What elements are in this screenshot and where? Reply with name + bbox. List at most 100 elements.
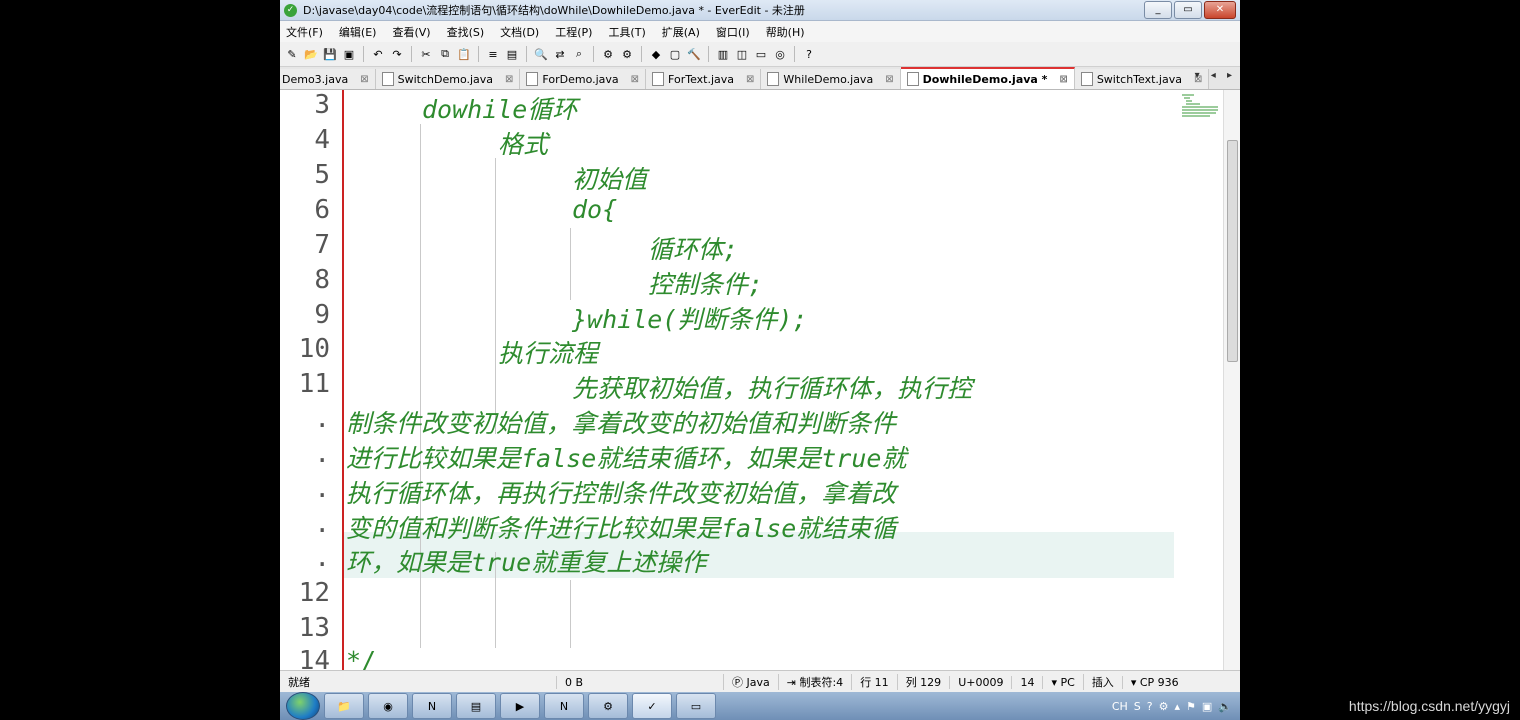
volume-icon[interactable]: 🔈 <box>1218 700 1232 713</box>
tab-demo3[interactable]: Demo3.java ⊠ <box>280 69 376 89</box>
find-icon[interactable]: 🔍 <box>533 46 549 62</box>
scrollbar-thumb[interactable] <box>1227 140 1238 362</box>
toolbar-separator <box>708 46 709 62</box>
line-number: 3 <box>314 90 330 120</box>
onenote-taskbar-button[interactable]: N <box>412 693 452 719</box>
tools-icon[interactable]: 🔨 <box>686 46 702 62</box>
toolbar-separator <box>363 46 364 62</box>
line-number: 4 <box>314 125 330 155</box>
menu-document[interactable]: 文档(D) <box>500 24 539 40</box>
tool-taskbar-button[interactable]: ⚙ <box>588 693 628 719</box>
new-file-icon[interactable]: ✎ <box>284 46 300 62</box>
menu-edit[interactable]: 编辑(E) <box>339 24 377 40</box>
start-button[interactable] <box>286 692 320 720</box>
status-insert-mode[interactable]: 插入 <box>1082 674 1122 690</box>
plugin-icon[interactable]: ◆ <box>648 46 664 62</box>
cut-icon[interactable]: ✂ <box>418 46 434 62</box>
flag-icon[interactable]: ⚑ <box>1186 700 1196 713</box>
indent-guide <box>570 580 571 648</box>
indent-guide <box>570 228 571 300</box>
tab-switchdemo[interactable]: SwitchDemo.java ⊠ <box>375 69 521 89</box>
open-file-icon[interactable]: 📂 <box>303 46 319 62</box>
line-number: 6 <box>314 195 330 225</box>
settings-icon[interactable]: ⚙ <box>619 46 635 62</box>
menu-window[interactable]: 窗口(I) <box>716 24 750 40</box>
status-ready: 就绪 <box>288 676 310 689</box>
line-number: 7 <box>314 230 330 260</box>
network-icon[interactable]: ▣ <box>1202 700 1212 713</box>
toolbar-separator <box>411 46 412 62</box>
menu-project[interactable]: 工程(P) <box>555 24 592 40</box>
menu-help[interactable]: 帮助(H) <box>766 24 805 40</box>
tab-fordemo[interactable]: ForDemo.java ⊠ <box>520 69 647 89</box>
tab-close-icon[interactable]: ⊠ <box>631 74 639 85</box>
tab-navigation[interactable]: ▾ ◂ ▸ <box>1195 70 1236 81</box>
status-unicode: U+0009 <box>949 675 1011 689</box>
line-number: 5 <box>314 160 330 190</box>
chevron-up-icon[interactable]: ▴ <box>1174 700 1180 713</box>
vertical-scrollbar[interactable] <box>1223 90 1240 670</box>
browser-icon[interactable]: ◎ <box>772 46 788 62</box>
close-button[interactable]: ✕ <box>1204 1 1236 19</box>
replace-icon[interactable]: ⇄ <box>552 46 568 62</box>
run-icon[interactable]: ⚙ <box>600 46 616 62</box>
status-column: 列 129 <box>896 674 950 690</box>
paste-icon[interactable]: 📋 <box>456 46 472 62</box>
menu-tools[interactable]: 工具(T) <box>608 24 645 40</box>
gear-tray-icon[interactable]: ⚙ <box>1159 700 1169 713</box>
menu-search[interactable]: 查找(S) <box>447 24 485 40</box>
code-line: 先获取初始值，执行循环体，执行控 <box>572 374 973 403</box>
word-wrap-icon[interactable]: ≡ <box>485 46 501 62</box>
status-tab-setting[interactable]: ⇥ 制表符:4 <box>777 674 851 690</box>
sogou-icon[interactable]: S <box>1134 700 1141 713</box>
redo-icon[interactable]: ↷ <box>389 46 405 62</box>
minimap[interactable] <box>1180 92 1222 122</box>
status-encoding[interactable]: ▾ CP 936 <box>1121 675 1187 689</box>
menu-view[interactable]: 查看(V) <box>392 24 430 40</box>
panel-icon[interactable]: ▥ <box>715 46 731 62</box>
undo-icon[interactable]: ↶ <box>370 46 386 62</box>
status-font-size[interactable]: 14 <box>1011 675 1042 689</box>
tab-label: SwitchText.java <box>1096 72 1182 86</box>
cmd-taskbar-button[interactable]: ▭ <box>676 693 716 719</box>
maximize-button[interactable]: ▭ <box>1174 1 1202 19</box>
tab-close-icon[interactable]: ⊠ <box>360 74 368 85</box>
status-eol[interactable]: ▾ PC <box>1042 675 1082 689</box>
save-all-icon[interactable]: ▣ <box>341 46 357 62</box>
menu-bar: 文件(F) 编辑(E) 查看(V) 查找(S) 文档(D) 工程(P) 工具(T… <box>280 21 1240 42</box>
help-tray-icon[interactable]: ? <box>1147 700 1153 713</box>
find-in-files-icon[interactable]: ⌕ <box>571 46 587 62</box>
media-taskbar-button[interactable]: ▶ <box>500 693 540 719</box>
tab-close-icon[interactable]: ⊠ <box>1059 74 1067 85</box>
everedit-taskbar-button[interactable]: ✓ <box>632 693 672 719</box>
chrome-taskbar-button[interactable]: ◉ <box>368 693 408 719</box>
minimize-button[interactable]: _ <box>1144 1 1172 19</box>
explorer-taskbar-button[interactable]: 📁 <box>324 693 364 719</box>
split-icon[interactable]: ◫ <box>734 46 750 62</box>
tab-close-icon[interactable]: ⊠ <box>746 74 754 85</box>
menu-extensions[interactable]: 扩展(A) <box>662 24 700 40</box>
fullscreen-icon[interactable]: ▭ <box>753 46 769 62</box>
note-taskbar-button[interactable]: N <box>544 693 584 719</box>
tab-fortext[interactable]: ForText.java ⊠ <box>646 69 762 89</box>
status-language-icon[interactable]: Ⓟ Java <box>723 674 778 690</box>
notepad-taskbar-button[interactable]: ▤ <box>456 693 496 719</box>
tab-close-icon[interactable]: ⊠ <box>505 74 513 85</box>
view-mode-icon[interactable]: ▤ <box>504 46 520 62</box>
window-icon[interactable]: ▢ <box>667 46 683 62</box>
tab-dowhiledemo[interactable]: DowhileDemo.java * ⊠ <box>900 67 1075 89</box>
status-bar: 就绪 0 B Ⓟ Java ⇥ 制表符:4 行 11 列 129 U+0009 … <box>280 670 1240 692</box>
save-icon[interactable]: 💾 <box>322 46 338 62</box>
code-line: 初始值 <box>572 165 648 194</box>
line-number: 11 <box>298 369 330 399</box>
copy-icon[interactable]: ⧉ <box>437 46 453 62</box>
tab-switchtext[interactable]: SwitchText.java ⊠ <box>1074 69 1210 89</box>
input-language-indicator[interactable]: CH <box>1112 700 1128 713</box>
menu-file[interactable]: 文件(F) <box>286 24 323 40</box>
help-icon[interactable]: ? <box>801 46 817 62</box>
tab-close-icon[interactable]: ⊠ <box>885 74 893 85</box>
tab-whiledemo[interactable]: WhileDemo.java ⊠ <box>761 69 901 89</box>
document-icon <box>1080 72 1093 86</box>
toolbar-separator <box>478 46 479 62</box>
code-editor[interactable]: 3 4 5 6 7 8 9 10 11 . . . . . 12 13 14 d… <box>280 90 1240 676</box>
